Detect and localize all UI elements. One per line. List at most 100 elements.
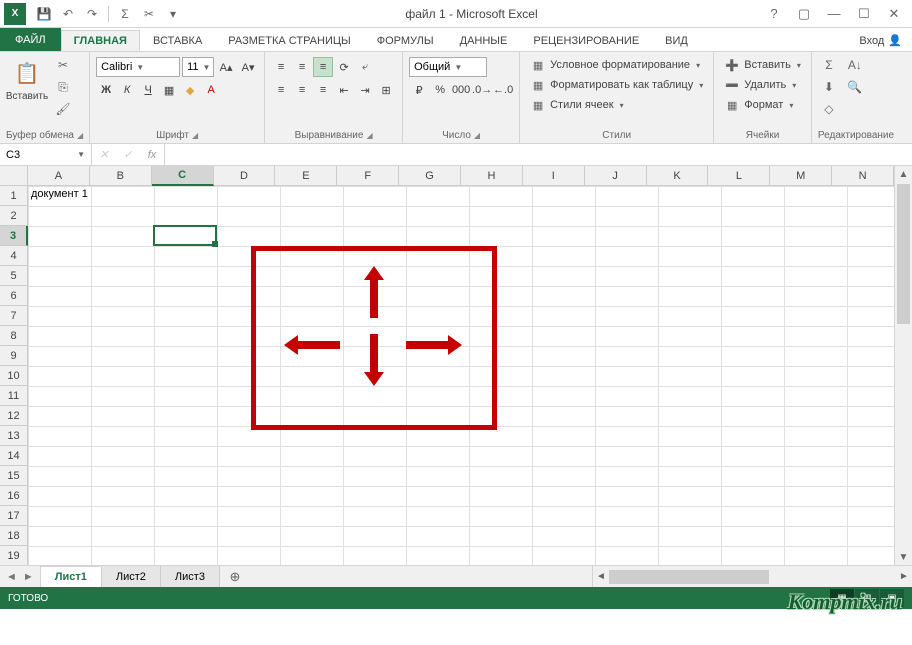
row-header-4[interactable]: 4 <box>0 246 28 266</box>
number-format-combo[interactable]: Общий▼ <box>409 57 487 77</box>
conditional-formatting-button[interactable]: ▦Условное форматирование▾ <box>526 55 707 75</box>
delete-cells-button[interactable]: ➖Удалить▾ <box>720 75 805 95</box>
decrease-decimal-button[interactable]: ←.0 <box>493 80 513 100</box>
scroll-thumb-h[interactable] <box>609 570 769 584</box>
row-header-16[interactable]: 16 <box>0 486 28 506</box>
autosum-button-ribbon[interactable]: Σ <box>818 55 840 75</box>
qat-customize[interactable]: ▾ <box>163 4 183 24</box>
shrink-font-button[interactable]: A▾ <box>238 57 258 77</box>
wrap-text-button[interactable]: ⤶ <box>355 57 375 77</box>
comma-format-button[interactable]: 000 <box>451 80 471 100</box>
format-painter-button[interactable]: 🖌 <box>52 99 74 119</box>
sheet-tab-3[interactable]: Лист3 <box>161 566 220 587</box>
fx-button[interactable]: fx <box>140 149 164 161</box>
tab-file[interactable]: ФАЙЛ <box>0 28 61 51</box>
row-header-17[interactable]: 17 <box>0 506 28 526</box>
sheet-prev-button[interactable]: ◄ <box>6 571 17 583</box>
formula-bar[interactable] <box>165 144 912 165</box>
cell-styles-button[interactable]: ▦Стили ячеек▾ <box>526 95 707 115</box>
undo-button[interactable]: ↶ <box>58 4 78 24</box>
align-center-button[interactable]: ≡ <box>292 80 312 100</box>
close-button[interactable]: ✕ <box>880 4 908 24</box>
sign-in-button[interactable]: Вход👤 <box>849 30 912 51</box>
column-header-J[interactable]: J <box>585 166 647 186</box>
cancel-formula-button[interactable]: ✕ <box>92 148 116 161</box>
enter-formula-button[interactable]: ✓ <box>116 148 140 161</box>
tab-view[interactable]: ВИД <box>652 30 701 51</box>
clear-button[interactable]: ◇ <box>818 99 840 119</box>
format-as-table-button[interactable]: ▦Форматировать как таблицу▾ <box>526 75 707 95</box>
font-name-combo[interactable]: Calibri▼ <box>96 57 180 77</box>
align-left-button[interactable]: ≡ <box>271 80 291 100</box>
add-sheet-button[interactable]: ⊕ <box>220 566 250 587</box>
column-header-L[interactable]: L <box>708 166 770 186</box>
align-middle-button[interactable]: ≡ <box>292 57 312 77</box>
vertical-scrollbar[interactable]: ▲ ▼ <box>894 166 912 565</box>
row-header-18[interactable]: 18 <box>0 526 28 546</box>
column-header-N[interactable]: N <box>832 166 894 186</box>
maximize-button[interactable]: ☐ <box>850 4 878 24</box>
row-header-19[interactable]: 19 <box>0 546 28 565</box>
sort-filter-button[interactable]: A↓ <box>844 55 866 75</box>
number-dialog-icon[interactable]: ◢ <box>474 131 480 140</box>
scroll-left-button[interactable]: ◄ <box>593 571 609 582</box>
column-header-F[interactable]: F <box>337 166 399 186</box>
row-header-7[interactable]: 7 <box>0 306 28 326</box>
accounting-format-button[interactable]: ₽ <box>409 80 429 100</box>
cell-a1[interactable]: документ 1 <box>28 186 108 206</box>
font-color-button[interactable]: A <box>201 80 221 100</box>
fill-color-button[interactable]: ◆ <box>180 80 200 100</box>
decrease-indent-button[interactable]: ⇤ <box>334 80 354 100</box>
clipboard-dialog-icon[interactable]: ◢ <box>77 131 83 140</box>
increase-indent-button[interactable]: ⇥ <box>355 80 375 100</box>
redo-button[interactable]: ↷ <box>82 4 102 24</box>
select-all-button[interactable] <box>0 166 28 186</box>
column-header-E[interactable]: E <box>275 166 337 186</box>
tab-home[interactable]: ГЛАВНАЯ <box>61 30 140 51</box>
sheet-tab-1[interactable]: Лист1 <box>41 566 102 587</box>
row-header-5[interactable]: 5 <box>0 266 28 286</box>
horizontal-scrollbar[interactable]: ◄ ► <box>592 566 912 587</box>
column-header-G[interactable]: G <box>399 166 461 186</box>
tab-page-layout[interactable]: РАЗМЕТКА СТРАНИЦЫ <box>215 30 363 51</box>
sheet-tab-2[interactable]: Лист2 <box>102 566 161 587</box>
row-header-13[interactable]: 13 <box>0 426 28 446</box>
insert-cells-button[interactable]: ➕Вставить▾ <box>720 55 805 75</box>
column-header-D[interactable]: D <box>214 166 276 186</box>
font-dialog-icon[interactable]: ◢ <box>192 131 198 140</box>
save-button[interactable]: 💾 <box>34 4 54 24</box>
align-dialog-icon[interactable]: ◢ <box>366 131 372 140</box>
grow-font-button[interactable]: A▴ <box>216 57 236 77</box>
underline-button[interactable]: Ч <box>138 80 158 100</box>
help-button[interactable]: ? <box>760 4 788 24</box>
row-header-10[interactable]: 10 <box>0 366 28 386</box>
name-box[interactable]: C3▼ <box>0 144 92 165</box>
tab-insert[interactable]: ВСТАВКА <box>140 30 215 51</box>
column-header-M[interactable]: M <box>770 166 832 186</box>
row-header-14[interactable]: 14 <box>0 446 28 466</box>
find-select-button[interactable]: 🔍 <box>844 77 866 97</box>
font-size-combo[interactable]: 11▼ <box>182 57 214 77</box>
bold-button[interactable]: Ж <box>96 80 116 100</box>
cut-button[interactable]: ✂ <box>139 4 159 24</box>
column-header-I[interactable]: I <box>523 166 585 186</box>
normal-view-button[interactable]: ▦ <box>830 589 854 607</box>
column-header-H[interactable]: H <box>461 166 523 186</box>
scroll-right-button[interactable]: ► <box>896 571 912 582</box>
scroll-thumb-v[interactable] <box>897 184 910 324</box>
percent-format-button[interactable]: % <box>430 80 450 100</box>
format-cells-button[interactable]: ▦Формат▾ <box>720 95 805 115</box>
paste-button[interactable]: 📋 Вставить <box>6 55 48 104</box>
scroll-up-button[interactable]: ▲ <box>895 166 912 182</box>
row-header-3[interactable]: 3 <box>0 226 28 246</box>
page-break-view-button[interactable]: ▣ <box>880 589 904 607</box>
sheet-next-button[interactable]: ► <box>23 571 34 583</box>
row-header-15[interactable]: 15 <box>0 466 28 486</box>
borders-button[interactable]: ▦ <box>159 80 179 100</box>
column-header-C[interactable]: C <box>152 166 214 186</box>
page-layout-view-button[interactable]: ▥ <box>855 589 879 607</box>
merge-cells-button[interactable]: ⊞ <box>376 80 396 100</box>
row-header-2[interactable]: 2 <box>0 206 28 226</box>
tab-data[interactable]: ДАННЫЕ <box>447 30 521 51</box>
autosum-button[interactable]: Σ <box>115 4 135 24</box>
